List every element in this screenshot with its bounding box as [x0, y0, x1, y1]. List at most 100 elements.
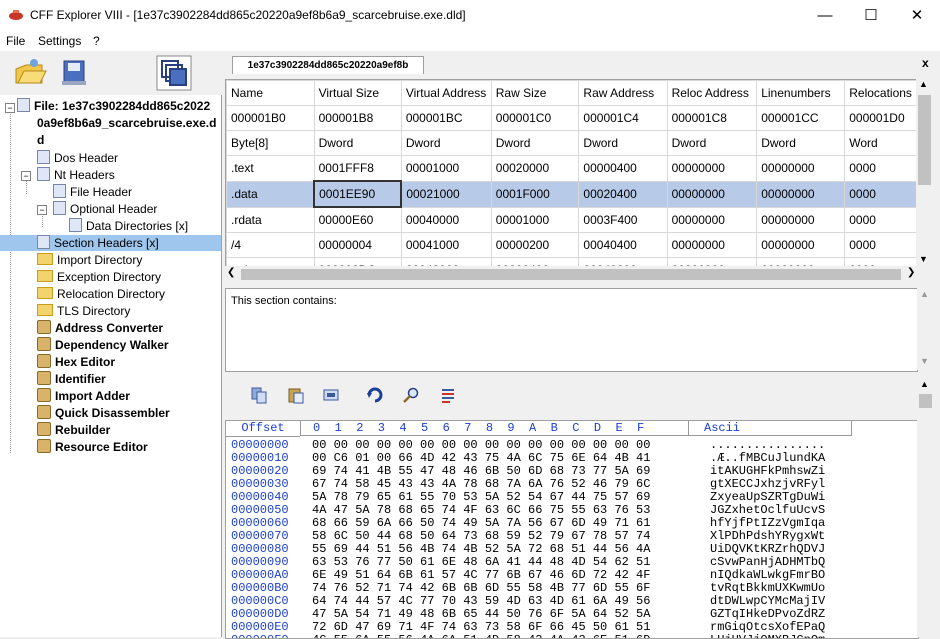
minimize-button[interactable]: —: [802, 0, 848, 31]
cell[interactable]: 0001F000: [490, 180, 580, 208]
cell[interactable]: 00000004: [313, 232, 402, 258]
cell[interactable]: 00000000: [756, 180, 846, 208]
cell-focused[interactable]: 0001EE90: [313, 180, 403, 208]
table-row[interactable]: /4 00000004 00041000 00000200 00040400 000000…: [226, 232, 917, 258]
col-raw-address[interactable]: Raw Address: [578, 80, 668, 106]
tree-file-root[interactable]: File: 1e37c3902284dd865c2022: [17, 98, 210, 114]
col-virtual-size[interactable]: Virtual Size: [313, 80, 402, 106]
scroll-up-icon[interactable]: ▲: [920, 289, 929, 299]
tree-item-hex-editor[interactable]: Hex Editor: [37, 354, 115, 370]
table-row[interactable]: .text 0001FFF8 00001000 00020000 00000400 000…: [226, 155, 917, 182]
table-row-selected[interactable]: .data 0001EE90 00021000 0001F000 00020400 000…: [226, 180, 917, 208]
tree-item-resource-editor[interactable]: Resource Editor: [37, 439, 148, 455]
menu-help[interactable]: ?: [93, 34, 100, 48]
collapse-nt-toggle[interactable]: −: [21, 171, 31, 181]
cell[interactable]: 00000000: [756, 155, 846, 182]
tree-item-quick-disassembler[interactable]: Quick Disassembler: [37, 405, 170, 421]
tree-item-rebuilder[interactable]: Rebuilder: [37, 422, 110, 438]
cell[interactable]: 00020000: [490, 155, 580, 182]
cell[interactable]: 00021000: [400, 180, 492, 208]
cell[interactable]: /4: [226, 232, 315, 258]
description-scrollbar[interactable]: ▲ ▼: [917, 288, 933, 370]
collapse-optional-toggle[interactable]: −: [37, 205, 47, 215]
col-virtual-address[interactable]: Virtual Address: [400, 80, 492, 106]
save-file-button[interactable]: [56, 55, 92, 91]
tree-item-dos-header[interactable]: Dos Header: [37, 150, 118, 166]
scroll-left-icon[interactable]: ❮: [227, 267, 235, 278]
cell[interactable]: .text: [226, 155, 315, 182]
cell[interactable]: 0000: [844, 180, 917, 208]
cell[interactable]: 00001000: [400, 155, 492, 182]
cell[interactable]: 0000: [844, 206, 917, 233]
cell[interactable]: 00000E60: [313, 206, 402, 233]
windows-button[interactable]: [156, 55, 192, 91]
close-button[interactable]: ✕: [894, 0, 940, 31]
copy-icon[interactable]: [250, 386, 268, 404]
hex-scrollbar[interactable]: ▲: [917, 378, 933, 637]
tree-item-data-directories[interactable]: Data Directories [x]: [69, 218, 188, 234]
search-icon[interactable]: [402, 386, 420, 404]
tree-item-address-converter[interactable]: Address Converter: [37, 320, 163, 336]
tree-item-exception-directory[interactable]: Exception Directory: [37, 269, 161, 285]
cell[interactable]: 00041000: [400, 232, 492, 258]
scroll-down-icon[interactable]: ▼: [920, 356, 929, 366]
scroll-thumb[interactable]: [919, 394, 932, 408]
close-tab-icon[interactable]: x: [922, 56, 929, 70]
cell[interactable]: 0001FFF8: [313, 155, 402, 182]
col-name[interactable]: Name: [226, 80, 315, 106]
cell[interactable]: 0000: [844, 232, 917, 258]
grid-vertical-scrollbar[interactable]: ▲ ▼: [916, 79, 933, 266]
cell[interactable]: 00000200: [490, 232, 580, 258]
paste-icon[interactable]: [287, 386, 305, 404]
menu-settings[interactable]: Settings: [38, 34, 81, 48]
cell[interactable]: 00000400: [578, 155, 668, 182]
cell[interactable]: 00040000: [400, 206, 492, 233]
select-block-icon[interactable]: [322, 386, 340, 404]
collapse-file-toggle[interactable]: −: [5, 103, 15, 113]
scroll-up-icon[interactable]: ▲: [919, 79, 928, 89]
col-relocations[interactable]: Relocations: [844, 80, 917, 106]
scroll-thumb[interactable]: [241, 269, 901, 280]
cell[interactable]: 00000000: [666, 180, 758, 208]
tree-item-dependency-walker[interactable]: Dependency Walker: [37, 337, 169, 353]
cell[interactable]: .data: [226, 180, 315, 208]
cell[interactable]: 00000000: [666, 155, 758, 182]
cell[interactable]: 00001000: [490, 206, 580, 233]
tree-item-section-headers-selected[interactable]: Section Headers [x]: [0, 235, 221, 251]
tree-item-identifier[interactable]: Identifier: [37, 371, 106, 387]
cell[interactable]: 00000000: [666, 206, 758, 233]
scroll-up-icon[interactable]: ▲: [920, 379, 929, 389]
scroll-down-icon[interactable]: ▼: [919, 254, 928, 264]
section-headers-table[interactable]: Name Virtual Size Virtual Address Raw Si…: [225, 79, 918, 268]
bytes-column[interactable]: 00 00 00 00 00 00 00 00 00 00 00 00 00 0…: [312, 439, 650, 639]
cell[interactable]: 00000000: [666, 232, 758, 258]
hex-editor-view[interactable]: Offset 0 1 2 3 4 5 6 7 8 9 A B C D E F A…: [225, 420, 919, 639]
open-file-button[interactable]: [12, 55, 48, 91]
tree-item-nt-headers[interactable]: Nt Headers: [37, 167, 115, 183]
table-row[interactable]: .rdata 00000E60 00040000 00001000 0003F400 00…: [226, 206, 917, 233]
cell[interactable]: 00040400: [578, 232, 668, 258]
scroll-right-icon[interactable]: ❯: [907, 267, 915, 278]
tree-item-import-directory[interactable]: Import Directory: [37, 252, 142, 268]
cell[interactable]: 00000000: [756, 232, 846, 258]
file-tab[interactable]: 1e37c3902284dd865c20220a9ef8b: [232, 56, 424, 74]
grid-horizontal-scrollbar[interactable]: ❮ ❯: [225, 266, 933, 283]
maximize-button[interactable]: ☐: [848, 0, 894, 31]
cell[interactable]: 0000: [844, 155, 917, 182]
cell[interactable]: .rdata: [226, 206, 315, 233]
cell[interactable]: 0003F400: [578, 206, 668, 233]
col-linenumbers[interactable]: Linenumbers: [756, 80, 846, 106]
tree-item-import-adder[interactable]: Import Adder: [37, 388, 130, 404]
scroll-thumb[interactable]: [918, 95, 931, 185]
tree-item-tls-directory[interactable]: TLS Directory: [37, 303, 130, 319]
col-raw-size[interactable]: Raw Size: [490, 80, 580, 106]
tree-item-file-header[interactable]: File Header: [53, 184, 132, 200]
col-reloc-address[interactable]: Reloc Address: [666, 80, 758, 106]
list-settings-icon[interactable]: [439, 386, 457, 404]
goto-offset-icon[interactable]: [366, 386, 384, 404]
tree-item-optional-header[interactable]: Optional Header: [53, 201, 157, 217]
cell[interactable]: 00020400: [578, 180, 668, 208]
menu-file[interactable]: File: [6, 34, 25, 48]
ascii-column[interactable]: ................ .Æ..fMBCuJlundKA itAKUGHF…: [710, 439, 825, 639]
cell[interactable]: 00000000: [756, 206, 846, 233]
